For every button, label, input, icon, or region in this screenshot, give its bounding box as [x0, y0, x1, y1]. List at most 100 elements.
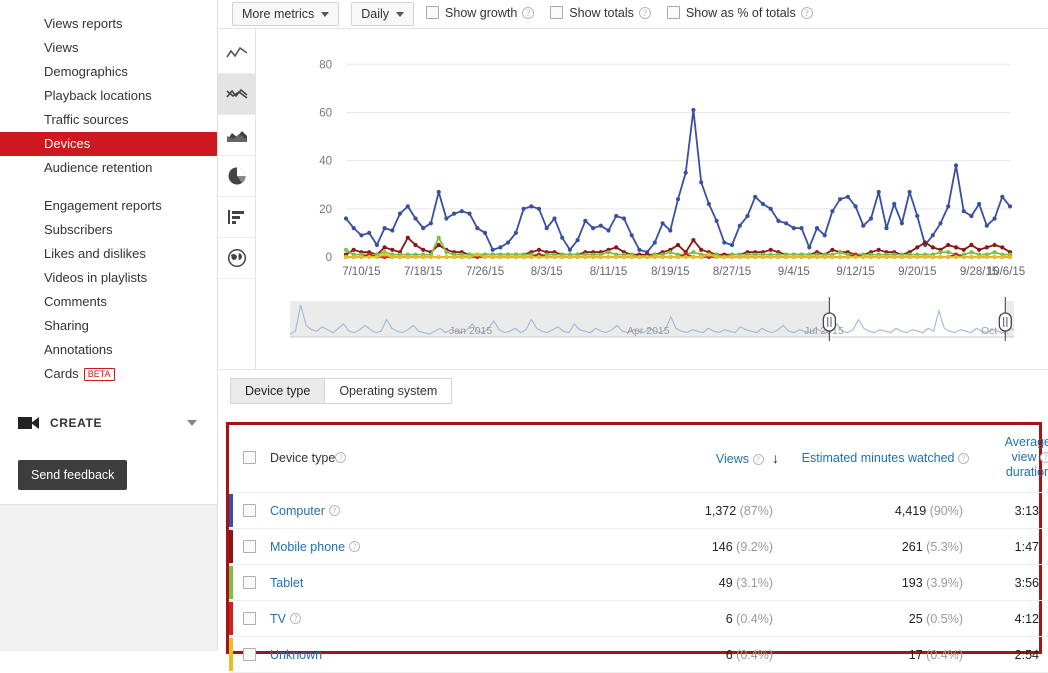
row-checkbox[interactable]	[243, 648, 256, 661]
device-type-link[interactable]: Computer	[270, 504, 325, 518]
th-estimated-minutes-watched[interactable]: Estimated minutes watched ?	[779, 425, 969, 493]
sidebar-item-devices[interactable]: Devices	[0, 132, 217, 156]
help-icon[interactable]: ?	[800, 6, 813, 19]
checkbox-show-growth[interactable]: Show growth?	[426, 5, 535, 20]
chevron-down-icon	[396, 11, 405, 17]
table-row[interactable]: TV? 6 (0.4%) 25 (0.5%) 4:12	[229, 600, 1048, 637]
devices-table-highlight: Device type ? Views ? ↓ Estimated minute…	[226, 422, 1048, 673]
date-range-selector[interactable]: Jan 2015 Apr 2015 Jul 2015 Oct ...	[256, 291, 1048, 351]
cell-estimated-minutes-watched: 4,419 (90%)	[779, 492, 969, 529]
more-metrics-dropdown[interactable]: More metrics	[232, 2, 340, 26]
sidebar-item-playback-locations[interactable]: Playback locations	[0, 84, 217, 108]
minutes-percent: (5.3%)	[926, 539, 963, 554]
checkbox-box[interactable]	[550, 6, 564, 20]
help-icon[interactable]: ?	[289, 613, 301, 624]
th-views-label: Views	[715, 451, 750, 466]
table-row[interactable]: Mobile phone? 146 (9.2%) 261 (5.3%) 1:47	[229, 528, 1048, 565]
sidebar-item-traffic-sources[interactable]: Traffic sources	[0, 108, 217, 132]
row-checkbox[interactable]	[243, 576, 256, 589]
help-icon[interactable]: ?	[1040, 452, 1048, 464]
chevron-down-icon[interactable]	[187, 420, 197, 426]
checkbox-label: Show growth	[445, 5, 518, 20]
series-color-bar	[229, 602, 233, 635]
line-chart-plot[interactable]: 0 20 40 60 80 7/10/15 7/18/15 7/26/15 8/3/15 8/11…	[256, 29, 1048, 291]
create-label: CREATE	[50, 416, 103, 430]
minutes-value: 25	[908, 611, 923, 626]
sidebar-item-audience-retention[interactable]: Audience retention	[0, 156, 217, 180]
bar-chart-icon[interactable]	[218, 197, 255, 238]
cell-device-type: Tablet	[229, 564, 659, 601]
help-icon[interactable]: ?	[328, 505, 340, 516]
sort-descending-icon[interactable]: ↓	[772, 450, 779, 466]
select-all-checkbox[interactable]	[243, 451, 256, 464]
devices-table: Device type ? Views ? ↓ Estimated minute…	[229, 425, 1048, 673]
help-icon[interactable]: ?	[349, 541, 361, 552]
table-body: Computer? 1,372 (87%) 4,419 (90%) 3:13 Mobil…	[229, 492, 1048, 673]
th-device-type-label: Device type	[270, 450, 336, 465]
sidebar-item-sharing[interactable]: Sharing	[0, 314, 217, 338]
help-icon[interactable]: ?	[958, 452, 969, 464]
cell-estimated-minutes-watched: 25 (0.5%)	[779, 600, 969, 637]
cell-average-view-duration: 1:47	[969, 528, 1048, 565]
sidebar-item-label: Subscribers	[44, 222, 113, 237]
svg-text:Apr 2015: Apr 2015	[627, 325, 670, 337]
checkbox-box[interactable]	[666, 6, 680, 20]
tab-device-type[interactable]: Device type	[230, 378, 326, 404]
svg-text:7/26/15: 7/26/15	[466, 266, 504, 278]
th-avd-line1: Average	[1004, 435, 1048, 449]
sidebar-item-engagement-reports[interactable]: Engagement reports	[0, 194, 217, 218]
device-type-link[interactable]: Unknown	[270, 648, 322, 662]
checkbox-show-totals[interactable]: Show totals?	[550, 6, 651, 20]
sidebar-item-views-reports[interactable]: Views reports	[0, 12, 217, 36]
cell-views: 1,372 (87%)	[659, 492, 779, 529]
views-value: 1,372	[704, 503, 737, 518]
row-checkbox[interactable]	[243, 504, 256, 517]
svg-text:8/11/15: 8/11/15	[590, 266, 628, 278]
tab-operating-system[interactable]: Operating system	[324, 378, 453, 404]
views-percent: (0.4%)	[736, 611, 773, 626]
th-device-type[interactable]: Device type ?	[229, 425, 659, 493]
line-chart-icon[interactable]	[218, 33, 255, 74]
chart-region: 0 20 40 60 80 7/10/15 7/18/15 7/26/15 8/3/15 8/11…	[218, 29, 1048, 369]
help-icon[interactable]: ?	[752, 453, 764, 465]
help-icon[interactable]: ?	[638, 6, 651, 19]
sidebar-item-label: Cards	[44, 366, 79, 381]
cell-views: 49 (3.1%)	[659, 564, 779, 601]
table-row[interactable]: Tablet 49 (3.1%) 193 (3.9%) 3:56	[229, 564, 1048, 601]
sidebar-item-demographics[interactable]: Demographics	[0, 60, 217, 84]
sidebar-item-videos-in-playlists[interactable]: Videos in playlists	[0, 266, 217, 290]
multi-line-chart-icon[interactable]	[218, 74, 255, 115]
th-views[interactable]: Views ? ↓	[659, 425, 779, 493]
checkbox-show-as-of-totals[interactable]: Show as % of totals?	[666, 6, 813, 20]
table-row[interactable]: Unknown 6 (0.4%) 17 (0.4%) 2:54	[229, 636, 1048, 673]
table-row[interactable]: Computer? 1,372 (87%) 4,419 (90%) 3:13	[229, 492, 1048, 529]
device-type-link[interactable]: Mobile phone	[270, 540, 345, 554]
send-feedback-button[interactable]: Send feedback	[18, 460, 128, 490]
area-chart-icon[interactable]	[218, 115, 255, 156]
geo-map-icon[interactable]	[218, 238, 255, 279]
svg-text:9/12/15: 9/12/15	[836, 266, 874, 278]
cell-average-view-duration: 3:13	[969, 492, 1048, 529]
checkbox-box[interactable]	[426, 6, 440, 20]
toolbar-checkbox-group: Show growth? Show totals? Show as % of tot…	[426, 6, 829, 23]
sidebar-nav-list: Views reports Views Demographics Playback l…	[0, 0, 217, 386]
th-average-view-duration[interactable]: Average view ? duration	[969, 425, 1048, 493]
sidebar-item-views[interactable]: Views	[0, 36, 217, 60]
period-dropdown[interactable]: Daily	[351, 2, 415, 26]
sidebar-item-comments[interactable]: Comments	[0, 290, 217, 314]
pie-chart-icon[interactable]	[218, 156, 255, 197]
device-type-link[interactable]: Tablet	[270, 576, 303, 590]
device-type-link[interactable]: TV	[270, 612, 286, 626]
sidebar-item-cards[interactable]: Cards BETA	[0, 362, 217, 386]
help-icon[interactable]: ?	[522, 6, 535, 19]
help-icon[interactable]: ?	[335, 452, 347, 463]
sidebar-item-subscribers[interactable]: Subscribers	[0, 218, 217, 242]
views-value: 6	[725, 611, 733, 626]
sidebar-item-label: Demographics	[44, 64, 128, 79]
sidebar-item-create[interactable]: CREATE	[0, 408, 217, 438]
sidebar-item-annotations[interactable]: Annotations	[0, 338, 217, 362]
series-color-bar	[229, 566, 233, 599]
sidebar-item-likes-and-dislikes[interactable]: Likes and dislikes	[0, 242, 217, 266]
row-checkbox[interactable]	[243, 540, 256, 553]
row-checkbox[interactable]	[243, 612, 256, 625]
